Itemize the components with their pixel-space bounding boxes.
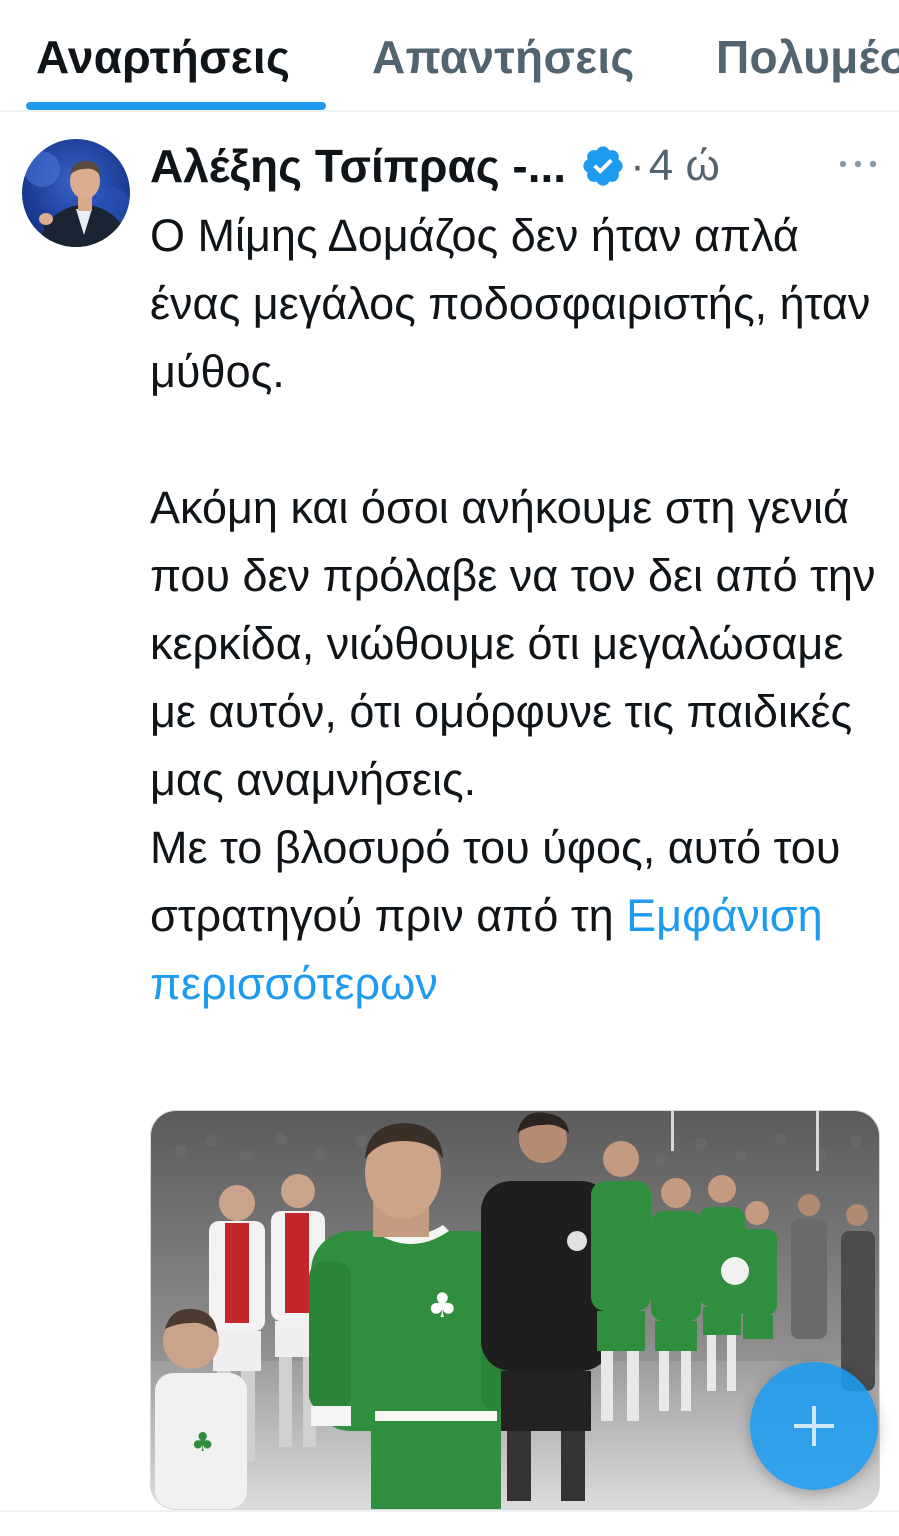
post-header: Αλέξης Τσίπρας -... · 4 ώ	[150, 134, 720, 198]
active-tab-indicator	[26, 102, 326, 110]
author-name[interactable]: Αλέξης Τσίπρας -...	[150, 139, 566, 193]
plus-icon	[794, 1406, 834, 1446]
post-text: Ο Μίμης Δομάζος δεν ήταν απλά ένας μεγάλ…	[150, 202, 885, 1018]
post[interactable]: Αλέξης Τσίπρας -... · 4 ώ Ο Μίμης Δομάζο…	[0, 112, 899, 1536]
compose-fab[interactable]	[750, 1362, 878, 1490]
post-paragraph-1: Ο Μίμης Δομάζος δεν ήταν απλά ένας μεγάλ…	[150, 210, 871, 397]
divider	[0, 1510, 899, 1512]
post-paragraph-2: Ακόμη και όσοι ανήκουμε στη γενιά που δε…	[150, 482, 876, 805]
verified-badge-icon	[583, 146, 623, 186]
avatar-image	[24, 151, 130, 247]
separator-dot: ·	[630, 141, 645, 190]
tab-replies[interactable]: Απαντήσεις	[372, 30, 635, 84]
post-time[interactable]: 4 ώ	[649, 141, 720, 191]
svg-text:♣: ♣	[191, 1428, 214, 1458]
profile-tabs: Αναρτήσεις Απαντήσεις Πολυμέσα	[0, 0, 899, 112]
more-horizontal-icon[interactable]	[838, 158, 878, 170]
paragraph-spacer	[150, 406, 885, 474]
avatar[interactable]	[22, 139, 130, 247]
tab-media[interactable]: Πολυμέσα	[716, 30, 899, 84]
svg-text:♣: ♣	[427, 1286, 457, 1326]
post-paragraph-3-wrapper: Με το βλοσυρό του ύφος, αυτό του στρατηγ…	[150, 814, 885, 1018]
tab-posts[interactable]: Αναρτήσεις	[36, 30, 290, 84]
